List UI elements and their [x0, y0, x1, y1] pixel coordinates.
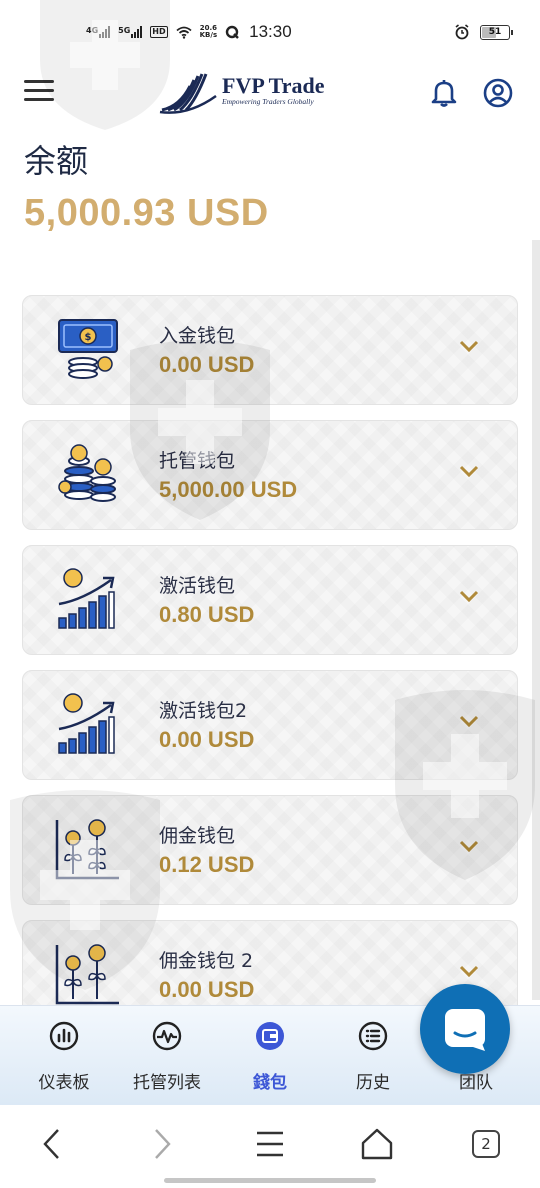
- signal-bars-icon: [131, 26, 143, 38]
- wallet-title: 托管钱包: [159, 450, 236, 472]
- home-icon[interactable]: [360, 1127, 394, 1161]
- wallet-card-commission[interactable]: 佣金钱包 0.12 USD: [22, 795, 518, 905]
- logo-text: FVP Trade Empowering Traders Globally: [222, 72, 325, 106]
- wallet-icon: [256, 1022, 284, 1050]
- wallet-amount: 0.00 USD: [159, 727, 255, 752]
- app-header: FVP Trade Empowering Traders Globally: [0, 66, 540, 122]
- wallet-amount: 0.00 USD: [159, 977, 255, 1002]
- bell-icon[interactable]: [430, 78, 458, 108]
- signal-4g: 4G: [86, 26, 111, 38]
- wallet-amount: 0.80 USD: [159, 602, 255, 627]
- scrollbar[interactable]: [532, 240, 540, 1000]
- wallet-card-custody[interactable]: 托管钱包 5,000.00 USD: [22, 420, 518, 530]
- nav-label: 历史: [356, 1073, 390, 1093]
- hd-badge: HD: [150, 26, 168, 38]
- wallet-title: 入金钱包: [159, 325, 236, 347]
- chevron-down-icon[interactable]: [459, 965, 479, 977]
- network-speed: 20.6 KB/s: [200, 25, 217, 39]
- logo-name: FVP Trade: [222, 72, 325, 98]
- speed-unit: KB/s: [199, 31, 218, 39]
- logo-mark-icon: [159, 73, 217, 114]
- cash-icon: $: [58, 319, 118, 379]
- nav-custody-list[interactable]: 托管列表: [115, 1018, 219, 1093]
- wallet-title: 激活钱包2: [159, 700, 248, 722]
- wallet-title: 激活钱包: [159, 575, 236, 597]
- logo-tagline: Empowering Traders Globally: [222, 96, 314, 106]
- battery-icon: 51: [480, 24, 513, 40]
- wallet-title: 佣金钱包 2: [159, 950, 254, 972]
- tabs-button[interactable]: 2: [472, 1130, 500, 1158]
- clock: 13:30: [249, 22, 292, 41]
- growth-chart-icon: [58, 568, 115, 629]
- balance-value: 5,000.93 USD: [24, 192, 269, 234]
- nav-label: 錢包: [253, 1073, 287, 1093]
- dashboard-icon: [49, 1021, 79, 1051]
- forward-icon[interactable]: [150, 1127, 174, 1161]
- signal-5g: 5G: [118, 26, 143, 38]
- wallet-amount: 5,000.00 USD: [159, 477, 298, 502]
- chat-button[interactable]: [420, 984, 510, 1074]
- growth-chart-icon: [58, 693, 115, 754]
- menu-icon[interactable]: [24, 80, 54, 104]
- balance-label: 余额: [24, 142, 89, 180]
- logo[interactable]: FVP Trade Empowering Traders Globally: [158, 66, 324, 114]
- wallet-card-activation[interactable]: 激活钱包 0.80 USD: [22, 545, 518, 655]
- svg-text:$: $: [85, 332, 92, 343]
- back-icon[interactable]: [40, 1127, 64, 1161]
- battery-level: 51: [488, 26, 502, 37]
- chat-icon: [445, 1009, 485, 1051]
- home-indicator[interactable]: [164, 1178, 376, 1183]
- network-4g-label: 4G: [86, 26, 99, 35]
- nav-wallet[interactable]: 錢包: [218, 1018, 322, 1093]
- chevron-down-icon[interactable]: [459, 590, 479, 602]
- wallet-card-activation-2[interactable]: 激活钱包2 0.00 USD: [22, 670, 518, 780]
- chevron-down-icon[interactable]: [459, 465, 479, 477]
- app-notification-icon: [225, 25, 239, 39]
- wallet-title: 佣金钱包: [159, 825, 236, 847]
- chevron-down-icon[interactable]: [459, 715, 479, 727]
- money-plant-icon: [55, 944, 119, 1005]
- signal-bars-icon: [99, 26, 111, 38]
- list-icon: [358, 1021, 388, 1051]
- pulse-icon: [152, 1021, 182, 1051]
- coins-stack-icon: [58, 444, 116, 502]
- status-bar: 4G 5G HD 20.6 KB/s 13:30 51: [0, 0, 540, 66]
- browser-toolbar: 2: [0, 1105, 540, 1188]
- nav-dashboard[interactable]: 仪表板: [12, 1018, 116, 1093]
- user-icon[interactable]: [483, 78, 513, 108]
- wallet-amount: 0.00 USD: [159, 352, 255, 377]
- chevron-down-icon[interactable]: [459, 340, 479, 352]
- status-indicators: 4G 5G HD 20.6 KB/s 13:30: [86, 22, 292, 42]
- money-plant-icon: [55, 819, 119, 880]
- menu-lines-icon[interactable]: [255, 1127, 285, 1161]
- chevron-down-icon[interactable]: [459, 840, 479, 852]
- wallet-list: $ 入金钱包 0.00 USD 托管钱包 5,000.00 USD 激活钱包 0…: [22, 295, 518, 1045]
- wallet-card-deposit[interactable]: $ 入金钱包 0.00 USD: [22, 295, 518, 405]
- status-right: 51: [454, 24, 513, 40]
- nav-history[interactable]: 历史: [321, 1018, 425, 1093]
- wallet-page: 4G 5G HD 20.6 KB/s 13:30 51 FVP Trade Em…: [0, 0, 540, 1188]
- nav-label: 仪表板: [38, 1073, 90, 1093]
- wallet-amount: 0.12 USD: [159, 852, 255, 877]
- nav-label: 托管列表: [133, 1073, 201, 1093]
- wifi-icon: [176, 26, 192, 39]
- network-5g-label: 5G: [118, 26, 131, 35]
- alarm-icon: [455, 24, 469, 40]
